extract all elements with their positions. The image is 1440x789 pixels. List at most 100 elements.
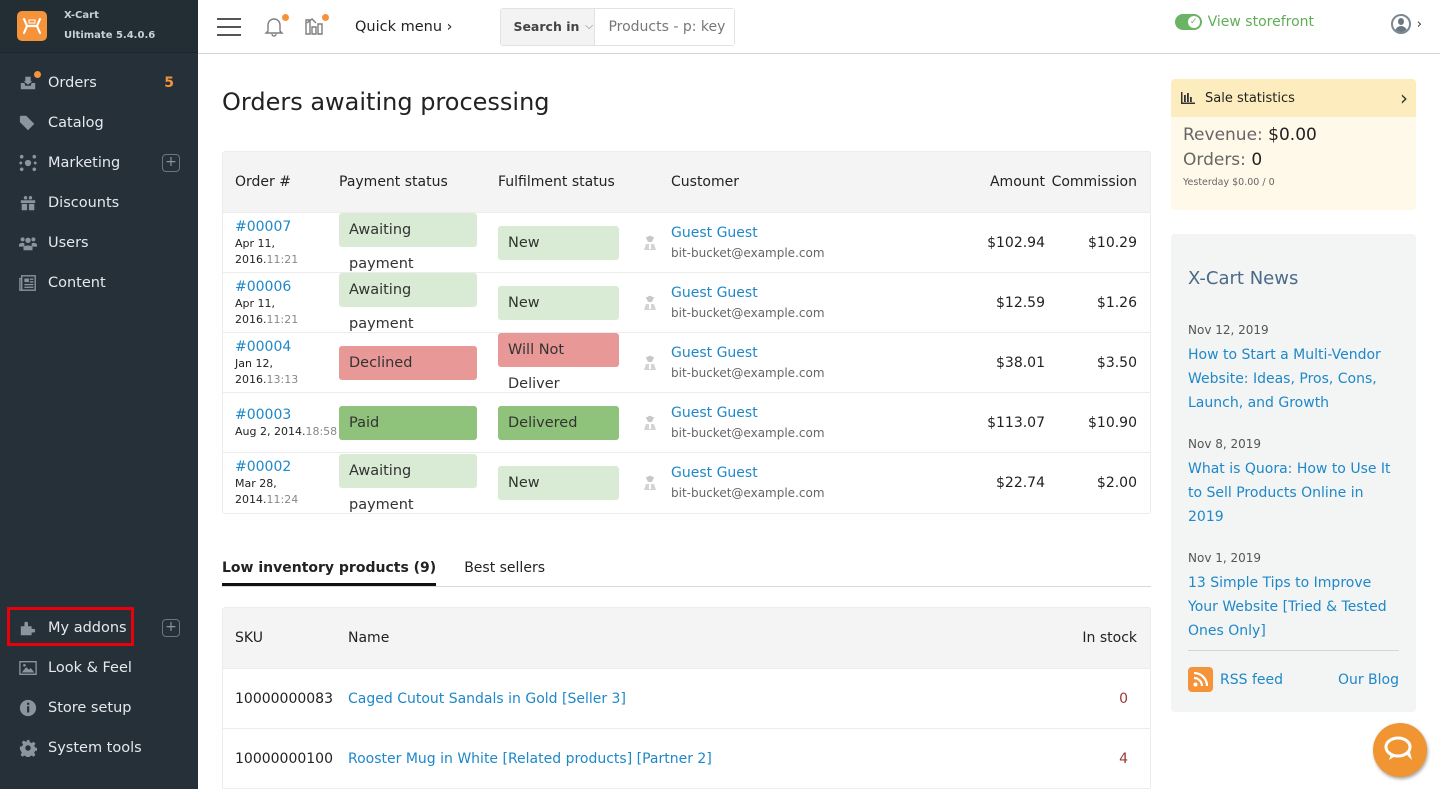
sidebar-item-label: My addons [48,620,127,636]
sidebar-item-users[interactable]: Users [0,223,198,263]
order-commission: $10.29 [1045,213,1150,273]
sidebar-item-my-addons[interactable]: My addons + [0,608,198,648]
tab-low-inventory[interactable]: Low inventory products (9) [222,560,437,586]
revenue-value: $0.00 [1268,125,1317,145]
search-in-dropdown[interactable]: Search in ⌵ [501,8,596,45]
sidebar-item-label: Marketing [48,155,121,171]
order-amount: $38.01 [851,333,1045,393]
product-stock[interactable]: 4 [1024,729,1150,789]
brand-header[interactable]: X-Cart Ultimate 5.4.0.6 [0,0,198,53]
guest-user-icon [644,295,656,310]
sidebar-item-label: Content [48,275,106,291]
payment-status-badge[interactable]: Awaiting payment [339,453,477,513]
rss-feed-link[interactable]: RSS feed [1188,667,1283,692]
addons-add-button[interactable]: + [162,619,180,637]
sidebar-item-system-tools[interactable]: System tools [0,728,198,768]
news-link[interactable]: What is Quora: How to Use It to Sell Pro… [1188,457,1399,529]
orders-line: Orders: 0 [1183,148,1404,173]
product-name-link[interactable]: Rooster Mug in White [Related products] … [348,751,712,767]
fulfilment-status-badge[interactable]: Delivered [498,405,619,440]
live-chat-button[interactable] [1373,723,1427,777]
product-name-link[interactable]: Caged Cutout Sandals in Gold [Seller 3] [348,691,626,707]
fulfilment-status-badge[interactable]: New [498,225,619,260]
our-blog-link[interactable]: Our Blog [1338,672,1399,688]
users-icon [18,233,38,253]
order-number-link[interactable]: #00006 [235,278,339,296]
order-date-time: 13:13 [266,372,299,386]
order-date: Aug 2, 2014.18:58 [235,424,339,440]
sidebar-item-store-setup[interactable]: Store setup [0,688,198,728]
order-commission: $1.26 [1045,273,1150,333]
sidebar-item-marketing[interactable]: Marketing + [0,143,198,183]
marketing-add-button[interactable]: + [162,154,180,172]
news-item: Nov 8, 2019 What is Quora: How to Use It… [1188,437,1399,529]
sale-statistics-header[interactable]: Sale statistics › [1171,79,1416,117]
info-icon [18,698,38,718]
sale-statistics-title: Sale statistics [1205,90,1295,106]
sidebar-item-label: Look & Feel [48,660,132,676]
rss-icon [1188,667,1213,692]
news-date: Nov 12, 2019 [1188,323,1269,337]
search-input[interactable] [595,8,735,45]
news-date: Nov 1, 2019 [1188,551,1262,565]
sidebar: X-Cart Ultimate 5.4.0.6 Orders 5 Catalog… [0,0,198,789]
menu-toggle-button[interactable] [217,17,241,36]
fulfilment-status-badge[interactable]: Will Not Deliver [498,333,619,392]
notifications-bell-icon[interactable] [263,13,289,39]
column-header-in-stock: In stock [1024,608,1150,669]
order-date-time: 11:24 [266,493,299,506]
customer-name-link[interactable]: Guest Guest [671,343,851,363]
sidebar-item-label: System tools [48,740,142,756]
payment-status-badge[interactable]: Declined [339,345,477,380]
customer-email: bit-bucket@example.com [671,365,825,380]
notification-dot [282,13,289,21]
fulfilment-status-badge[interactable]: New [498,285,619,320]
sidebar-item-catalog[interactable]: Catalog [0,103,198,143]
user-avatar-icon [1390,14,1411,34]
activity-dot [322,13,329,21]
column-header-commission: Commission [1045,152,1150,213]
quick-menu-button[interactable]: Quick menu › [355,19,452,35]
gear-icon [18,738,38,758]
table-row: #00004 Jan 12, 2016.13:13 Declined Will … [223,333,1150,393]
news-item: Nov 1, 2019 13 Simple Tips to Improve Yo… [1188,551,1399,643]
order-date-time: 11:21 [266,252,299,266]
payment-status-badge[interactable]: Awaiting payment [339,213,477,272]
customer-name-link[interactable]: Guest Guest [671,283,851,303]
order-amount: $22.74 [996,475,1045,491]
sidebar-item-label: Discounts [48,195,120,211]
payment-status-badge[interactable]: Awaiting payment [339,273,477,332]
order-number-link[interactable]: #00002 [235,458,339,476]
sidebar-item-look-feel[interactable]: Look & Feel [0,648,198,688]
sidebar-item-discounts[interactable]: Discounts [0,183,198,223]
view-storefront-toggle[interactable]: View storefront [1174,14,1314,30]
customer-name-link[interactable]: Guest Guest [671,223,851,243]
sidebar-item-label: Catalog [48,115,104,131]
order-number-link[interactable]: #00004 [235,338,339,356]
store-activity-icon[interactable] [303,13,329,39]
guest-user-icon [644,415,656,430]
chevron-right-icon[interactable]: › [1400,86,1408,110]
storefront-toggle-switch[interactable] [1174,14,1202,30]
tab-best-sellers[interactable]: Best sellers [464,560,545,586]
customer-name-link[interactable]: Guest Guest [671,463,851,483]
product-stock[interactable]: 0 [1024,669,1150,729]
news-link[interactable]: How to Start a Multi-Vendor Website: Ide… [1188,343,1399,415]
news-date: Nov 8, 2019 [1188,437,1262,451]
chat-bubbles-icon [1384,736,1412,760]
fulfilment-status-badge[interactable]: New [498,466,619,500]
guest-user-icon [644,475,656,490]
customer-name-link[interactable]: Guest Guest [671,403,851,423]
news-link[interactable]: 13 Simple Tips to Improve Your Website [… [1188,571,1399,643]
low-inventory-table: SKU Name In stock 10000000083 Caged Cuto… [222,607,1151,789]
news-footer: RSS feed Our Blog [1188,650,1399,692]
sidebar-item-content[interactable]: Content [0,263,198,303]
sidebar-item-orders[interactable]: Orders 5 [0,63,198,103]
sale-statistics-widget: Sale statistics › Revenue: $0.00 Orders:… [1171,79,1416,210]
bar-chart-icon [1181,92,1195,104]
brand-edition: Ultimate 5.4.0.6 [64,30,156,41]
payment-status-badge[interactable]: Paid [339,405,477,440]
order-number-link[interactable]: #00007 [235,218,339,236]
user-menu[interactable]: › [1390,14,1422,34]
order-number-link[interactable]: #00003 [235,406,339,424]
